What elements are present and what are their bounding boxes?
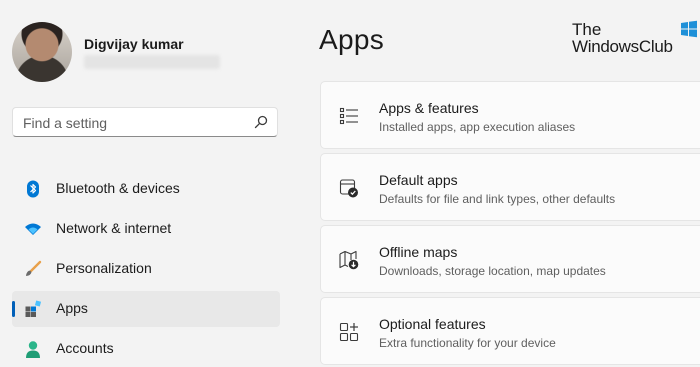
user-email-redacted (84, 55, 220, 69)
card-title: Apps & features (379, 100, 479, 116)
sidebar-item-network[interactable]: Network & internet (12, 211, 280, 247)
card-apps-features[interactable]: Apps & features Installed apps, app exec… (320, 81, 700, 149)
card-title: Default apps (379, 172, 458, 188)
windows-logo-icon (681, 20, 697, 38)
sidebar-item-label: Network & internet (56, 220, 172, 236)
watermark-logo: The WindowsClub (572, 20, 697, 58)
bluetooth-icon (27, 180, 39, 198)
apps-icon (25, 300, 42, 317)
avatar[interactable] (12, 22, 72, 82)
watermark-line2: WindowsClub (572, 37, 673, 56)
person-icon (26, 341, 40, 358)
add-features-icon (339, 322, 359, 342)
sidebar: Digvijay kumar Find a setting Bluetooth … (0, 0, 300, 365)
card-title: Offline maps (379, 244, 458, 260)
search-box[interactable]: Find a setting (12, 107, 278, 137)
card-subtitle: Installed apps, app execution aliases (379, 120, 576, 134)
card-default-apps[interactable]: Default apps Defaults for file and link … (320, 153, 700, 221)
sidebar-item-label: Personalization (56, 260, 152, 276)
sidebar-item-label: Accounts (56, 340, 114, 356)
list-icon (339, 107, 358, 125)
search-input[interactable]: Find a setting (23, 115, 107, 131)
search-icon[interactable] (253, 114, 269, 130)
sidebar-item-bluetooth[interactable]: Bluetooth & devices (12, 171, 280, 207)
sidebar-item-personalization[interactable]: Personalization (12, 251, 280, 287)
card-subtitle: Extra functionality for your device (379, 336, 556, 350)
sidebar-item-label: Bluetooth & devices (56, 180, 180, 196)
sidebar-item-apps[interactable]: Apps (12, 291, 280, 327)
user-name: Digvijay kumar (84, 36, 184, 52)
card-title: Optional features (379, 316, 486, 332)
map-download-icon (339, 250, 359, 270)
sidebar-item-label: Apps (56, 300, 88, 316)
card-optional-features[interactable]: Optional features Extra functionality fo… (320, 297, 700, 365)
sidebar-item-accounts[interactable]: Accounts (12, 331, 280, 367)
card-subtitle: Defaults for file and link types, other … (379, 192, 616, 206)
card-offline-maps[interactable]: Offline maps Downloads, storage location… (320, 225, 700, 293)
page-title: Apps (319, 24, 385, 55)
wifi-icon (25, 223, 41, 235)
selection-indicator (12, 301, 15, 317)
card-subtitle: Downloads, storage location, map updates (379, 264, 606, 278)
brush-icon (26, 260, 42, 276)
default-apps-icon (339, 179, 358, 198)
